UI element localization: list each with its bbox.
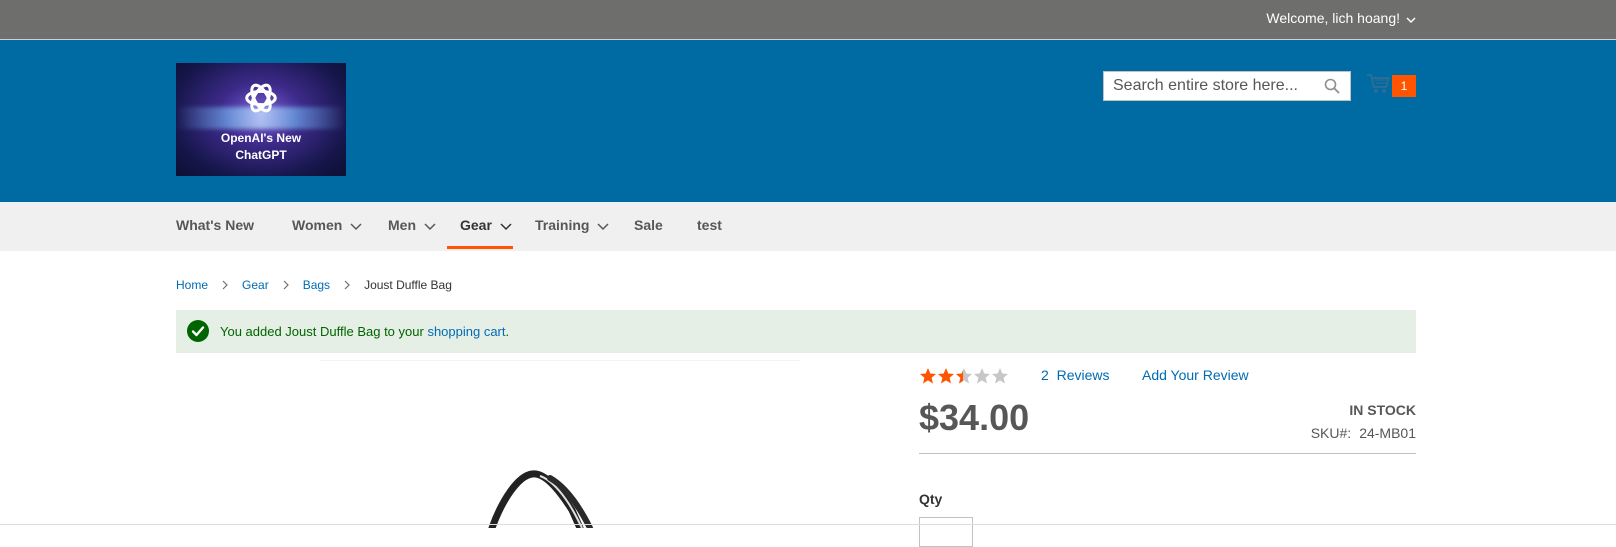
star-icon: [920, 368, 936, 384]
divider: [919, 453, 1416, 454]
message-prefix: You added Joust Duffle Bag to your: [220, 324, 428, 339]
nav-item-test[interactable]: test: [697, 202, 722, 251]
logo-text-line2: ChatGPT: [235, 148, 287, 162]
qty-input[interactable]: [919, 517, 973, 547]
nav-label: What's New: [176, 217, 255, 233]
chevron-right-icon: [344, 276, 350, 296]
gallery-placeholder: [320, 360, 800, 361]
nav-item-whats-new[interactable]: What's New: [176, 202, 254, 251]
add-review-link[interactable]: Add Your Review: [1142, 365, 1249, 385]
nav-item-women[interactable]: Women: [292, 202, 362, 251]
sku-value: 24-MB01: [1359, 425, 1416, 441]
logo-text-line1: OpenAI's New: [220, 131, 302, 145]
sku-label: SKU#:: [1310, 425, 1352, 441]
chevron-down-icon: [597, 203, 609, 249]
welcome-text: Welcome, lich hoang!: [1266, 10, 1400, 26]
chevron-right-icon: [222, 276, 228, 296]
chevron-down-icon: [424, 203, 436, 249]
success-message: You added Joust Duffle Bag to your shopp…: [176, 310, 1416, 353]
store-logo[interactable]: OpenAI's New ChatGPT: [176, 63, 346, 176]
qty-label: Qty: [919, 491, 943, 507]
nav-label: Training: [535, 217, 590, 233]
nav-item-men[interactable]: Men: [388, 202, 436, 251]
reviews-label: Reviews: [1056, 367, 1110, 383]
nav-item-gear[interactable]: Gear: [460, 202, 512, 251]
search-input[interactable]: Search entire store here...: [1103, 71, 1351, 101]
product-sku: SKU#: 24-MB01: [1311, 424, 1416, 442]
nav-active-indicator: [447, 246, 513, 249]
product-image[interactable]: [480, 470, 640, 528]
nav-label: Gear: [460, 217, 492, 233]
success-message-text: You added Joust Duffle Bag to your shopp…: [220, 310, 509, 353]
message-suffix: .: [505, 324, 510, 339]
viewport-bottom-edge: [0, 524, 1616, 525]
rating-stars: [919, 367, 1009, 390]
checkmark-icon: [187, 320, 209, 342]
breadcrumb-home[interactable]: Home: [176, 278, 208, 292]
cart-counter[interactable]: 1: [1392, 75, 1416, 97]
nav-item-training[interactable]: Training: [535, 202, 609, 251]
customer-welcome[interactable]: Welcome, lich hoang!: [1266, 0, 1416, 39]
nav-item-sale[interactable]: Sale: [634, 202, 663, 251]
cart-icon[interactable]: [1366, 73, 1390, 100]
main-navigation: What's New Women Men Gear Training Sale …: [0, 202, 1616, 251]
stock-status: IN STOCK: [1349, 402, 1416, 418]
reviews-count: 2: [1041, 367, 1049, 383]
header: OpenAI's New ChatGPT Search entire store…: [0, 40, 1616, 202]
chevron-right-icon: [283, 276, 289, 296]
panel-header: Welcome, lich hoang!: [0, 0, 1616, 40]
nav-label: Sale: [634, 217, 663, 233]
openai-logo-icon: [245, 83, 277, 113]
reviews-link[interactable]: 2 Reviews: [1041, 365, 1109, 385]
search-placeholder: Search entire store here...: [1113, 77, 1298, 94]
search-icon[interactable]: [1324, 78, 1340, 99]
breadcrumb-gear[interactable]: Gear: [242, 278, 269, 292]
breadcrumb: Home Gear Bags Joust Duffle Bag: [176, 275, 452, 296]
chevron-down-icon[interactable]: [1406, 1, 1416, 37]
nav-label: test: [697, 217, 722, 233]
breadcrumb-bags[interactable]: Bags: [303, 278, 330, 292]
shopping-cart-link[interactable]: shopping cart: [427, 324, 505, 339]
chevron-down-icon: [500, 203, 512, 249]
product-price: $34.00: [919, 397, 1030, 438]
nav-label: Men: [388, 217, 416, 233]
breadcrumb-current: Joust Duffle Bag: [364, 278, 452, 292]
nav-label: Women: [292, 217, 343, 233]
chevron-down-icon: [350, 203, 362, 249]
